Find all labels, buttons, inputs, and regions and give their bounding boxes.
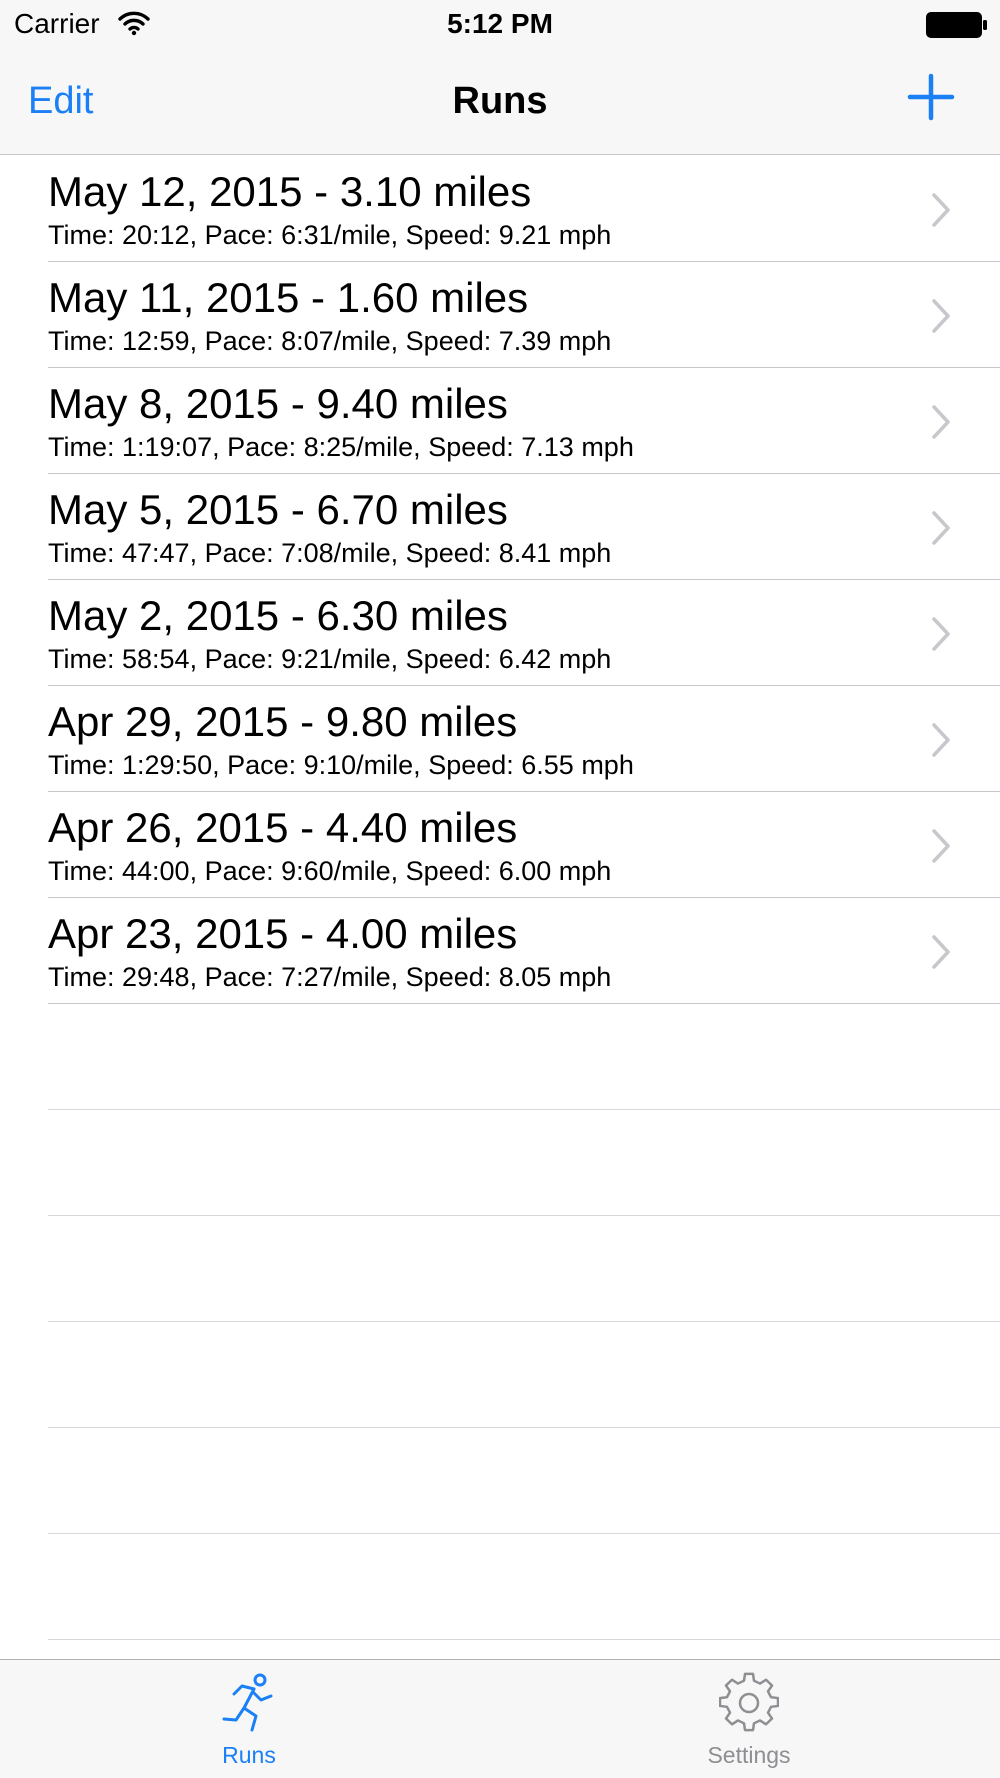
chevron-right-icon [932,935,950,969]
chevron-right-icon [932,299,950,333]
tab-label: Runs [222,1742,276,1768]
runs-list: May 12, 2015 - 3.10 miles Time: 20:12, P… [0,156,1000,1640]
empty-list-row [0,1534,1000,1640]
empty-list-row [0,1216,1000,1322]
tab-label: Settings [707,1742,791,1768]
empty-list-row [0,1110,1000,1216]
run-details: Time: 20:12, Pace: 6:31/mile, Speed: 9.2… [48,220,612,250]
run-details: Time: 44:00, Pace: 9:60/mile, Speed: 6.0… [48,856,612,886]
empty-list-row [0,1322,1000,1428]
run-row[interactable]: May 8, 2015 - 9.40 miles Time: 1:19:07, … [0,368,1000,474]
run-title: May 2, 2015 - 6.30 miles [48,592,508,639]
run-title: May 12, 2015 - 3.10 miles [48,168,532,215]
run-title: Apr 26, 2015 - 4.40 miles [48,804,518,851]
run-row[interactable]: May 12, 2015 - 3.10 miles Time: 20:12, P… [0,156,1000,262]
chevron-right-icon [932,617,950,651]
run-row[interactable]: May 5, 2015 - 6.70 miles Time: 47:47, Pa… [0,474,1000,580]
tab-bar: Runs Settings [0,1659,1000,1778]
empty-list-row [0,1428,1000,1534]
navigation-header: Carrier 5:12 PM Edit Runs [0,0,1000,155]
run-row[interactable]: Apr 26, 2015 - 4.40 miles Time: 44:00, P… [0,792,1000,898]
run-row[interactable]: May 11, 2015 - 1.60 miles Time: 12:59, P… [0,262,1000,368]
run-title: May 5, 2015 - 6.70 miles [48,486,508,533]
runner-icon [222,1673,273,1732]
run-row[interactable]: May 2, 2015 - 6.30 miles Time: 58:54, Pa… [0,580,1000,686]
gear-icon [719,1672,779,1732]
chevron-right-icon [932,405,950,439]
tab-runs[interactable]: Runs [149,1660,349,1778]
run-details: Time: 1:29:50, Pace: 9:10/mile, Speed: 6… [48,750,634,780]
tab-settings[interactable]: Settings [649,1660,849,1778]
run-title: Apr 23, 2015 - 4.00 miles [48,910,518,957]
chevron-right-icon [932,723,950,757]
chevron-right-icon [932,829,950,863]
run-details: Time: 58:54, Pace: 9:21/mile, Speed: 6.4… [48,644,612,674]
run-row[interactable]: Apr 29, 2015 - 9.80 miles Time: 1:29:50,… [0,686,1000,792]
empty-list-row [0,1004,1000,1110]
battery-icon [926,12,987,38]
run-title: Apr 29, 2015 - 9.80 miles [48,698,518,745]
run-title: May 11, 2015 - 1.60 miles [48,274,529,321]
run-details: Time: 29:48, Pace: 7:27/mile, Speed: 8.0… [48,962,612,992]
chevron-right-icon [932,511,950,545]
run-row[interactable]: Apr 23, 2015 - 4.00 miles Time: 29:48, P… [0,898,1000,1004]
run-title: May 8, 2015 - 9.40 miles [48,380,508,427]
status-time: 5:12 PM [447,8,553,39]
add-icon[interactable] [906,72,956,122]
run-details: Time: 12:59, Pace: 8:07/mile, Speed: 7.3… [48,326,612,356]
chevron-right-icon [932,193,950,227]
runs-screen: Carrier 5:12 PM Edit Runs May 12, 2015 -… [0,0,1000,1778]
run-details: Time: 1:19:07, Pace: 8:25/mile, Speed: 7… [48,432,634,462]
run-details: Time: 47:47, Pace: 7:08/mile, Speed: 8.4… [48,538,612,568]
page-title: Runs [452,80,548,122]
